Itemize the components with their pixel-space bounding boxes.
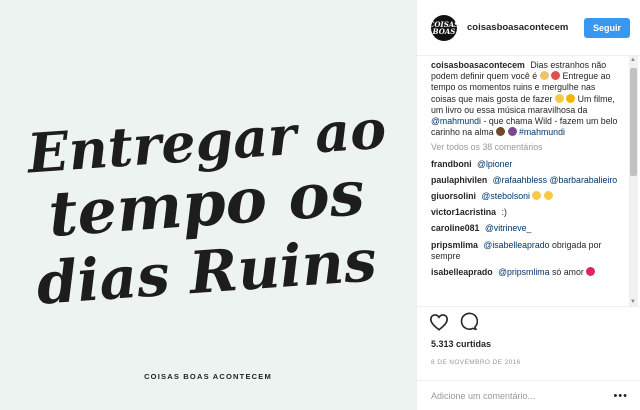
comment-item: isabelleaprado @pripsmlima só amor <box>431 267 618 278</box>
red-heart-emoji-icon <box>586 267 596 277</box>
comment-username[interactable]: caroline081 <box>431 223 479 233</box>
scrollbar-thumb[interactable] <box>630 68 637 176</box>
post-actions <box>417 306 640 336</box>
header-username[interactable]: coisasboasacontecem <box>467 22 584 33</box>
comment-text: só amor <box>551 267 584 278</box>
comment-text: :) <box>501 207 507 218</box>
likes-count[interactable]: 5.313 curtidas <box>431 339 491 349</box>
post-image[interactable]: Entregar ao tempo os dias Ruins COISAS B… <box>0 0 416 410</box>
comment-input[interactable] <box>431 390 614 401</box>
view-all-comments-link[interactable]: Ver todos os 38 comentários <box>431 142 618 153</box>
post-caption: coisasboasacontecem Dias estranhos não p… <box>431 60 618 138</box>
comment-username[interactable]: giuorsolini <box>431 191 476 201</box>
smile-emoji-icon <box>532 191 542 201</box>
post-date: 8 DE NOVEMBRO DE 2016 <box>431 359 521 366</box>
collision-emoji-icon <box>551 71 561 81</box>
comment-username[interactable]: paulaphivilen <box>431 175 487 185</box>
comment-item: giuorsolini @stebolsoni <box>431 191 618 202</box>
smile-emoji-icon <box>543 191 553 201</box>
more-options-icon[interactable]: ••• <box>613 390 628 402</box>
comment-username[interactable]: pripsmlima <box>431 240 478 250</box>
yellow-heart-emoji-icon <box>566 93 576 103</box>
caption-username[interactable]: coisasboasacontecem <box>431 60 525 70</box>
instagram-post: Entregar ao tempo os dias Ruins COISAS B… <box>0 0 640 410</box>
comment-text[interactable]: @rafaahbless @barbarabalieiro <box>493 175 617 185</box>
comment-item: victor1acristina :) <box>431 207 618 218</box>
comment-text[interactable]: @vitrineve_ <box>485 223 532 233</box>
comment-text[interactable]: @stebolsoni <box>481 191 530 201</box>
comment-mention[interactable]: @pripsmlima <box>498 267 549 277</box>
comment-item: frandboni @lpioner <box>431 159 618 170</box>
comment-item: pripsmlima @isabelleaprado obrigada por … <box>431 240 618 262</box>
comments-list[interactable]: coisasboasacontecem Dias estranhos não p… <box>417 56 628 306</box>
comment-username[interactable]: frandboni <box>431 159 472 169</box>
post-sidebar: COISAS BOAS coisasboasacontecem Seguir c… <box>416 0 640 410</box>
brand-caption: COISAS BOAS ACONTECEM <box>144 372 272 381</box>
comment-item: caroline081 @vitrineve_ <box>431 223 618 234</box>
scroll-down-arrow-icon[interactable]: ▼ <box>630 299 636 305</box>
lettering-artwork: Entregar ao tempo os dias Ruins <box>23 97 388 318</box>
flexed-arm-emoji-icon <box>539 71 549 81</box>
comment-bubble-icon[interactable] <box>459 312 478 331</box>
avatar[interactable]: COISAS BOAS <box>429 14 459 41</box>
comment-username[interactable]: victor1acristina <box>431 207 496 217</box>
comment-item: paulaphivilen @rafaahbless @barbarabalie… <box>431 175 618 186</box>
caption-mention-link[interactable]: @mahmundi <box>431 116 481 126</box>
grapes-emoji-icon <box>507 127 517 137</box>
caption-hashtag-link[interactable]: #mahmundi <box>519 127 565 137</box>
post-header: COISAS BOAS coisasboasacontecem Seguir <box>417 0 640 56</box>
scroll-up-arrow-icon[interactable]: ▲ <box>630 57 636 63</box>
comment-username[interactable]: isabelleaprado <box>431 267 493 277</box>
comment-mention[interactable]: @isabelleaprado <box>483 240 549 250</box>
comments-scrollbar[interactable]: ▲ ▼ <box>629 56 638 306</box>
hand-emoji-icon <box>496 127 506 137</box>
smile-emoji-icon <box>554 93 564 103</box>
heart-icon[interactable] <box>429 313 449 331</box>
follow-button[interactable]: Seguir <box>583 17 630 38</box>
comment-text[interactable]: @lpioner <box>477 159 512 169</box>
add-comment-bar: ••• <box>417 380 640 410</box>
